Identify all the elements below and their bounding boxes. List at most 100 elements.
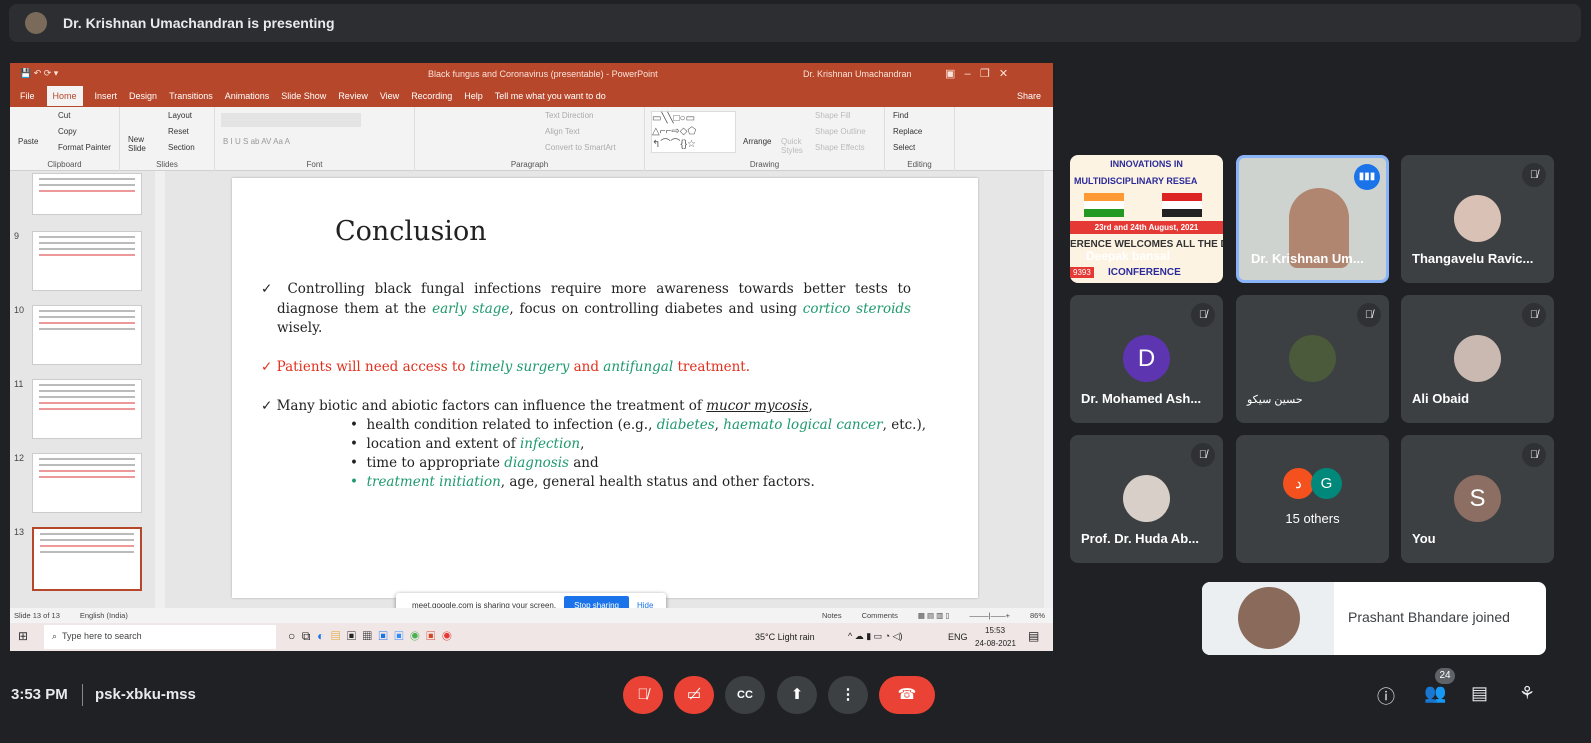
tab-animations[interactable]: Animations [225, 91, 270, 101]
slide-thumbnail[interactable] [32, 453, 142, 513]
cut-button[interactable]: Cut [58, 111, 70, 120]
participant-name: Prof. Dr. Huda Ab... [1081, 531, 1199, 546]
mic-off-icon: 🎙̸ [1357, 303, 1381, 327]
section-button[interactable]: Section [168, 143, 195, 152]
font-format-buttons[interactable]: B I U S ab AV Aa A [223, 137, 290, 146]
windows-start-icon[interactable]: ⊞ [18, 629, 28, 643]
tab-transitions[interactable]: Transitions [169, 91, 213, 101]
slide-thumbnail[interactable] [32, 173, 142, 215]
window-controls[interactable]: ▣ – ❐ ✕ [945, 67, 1008, 80]
paragraph-group: Text Direction Align Text Convert to Sma… [415, 107, 645, 171]
participant-tile[interactable]: 🎙̸ حسين سيكو [1236, 295, 1389, 423]
slide-thumbnail-selected[interactable] [32, 527, 142, 591]
tab-review[interactable]: Review [338, 91, 368, 101]
text-direction-button[interactable]: Text Direction [545, 111, 593, 120]
avatar: G [1311, 468, 1342, 499]
align-text-button[interactable]: Align Text [545, 127, 580, 136]
participant-name: Ali Obaid [1412, 391, 1470, 406]
shape-effects-button[interactable]: Shape Effects [815, 143, 865, 152]
thumbnails-scrollbar[interactable] [155, 171, 165, 608]
zoom-level[interactable]: 86% [1030, 611, 1045, 620]
others-count: 15 others [1285, 511, 1340, 526]
more-options-button[interactable]: ⋮ [828, 676, 868, 714]
people-icon[interactable]: 👥 [1424, 683, 1446, 704]
india-flag [1084, 193, 1124, 217]
clock-time[interactable]: 15:53 [985, 626, 1005, 635]
comments-button[interactable]: Comments [862, 611, 898, 620]
tab-slide-show[interactable]: Slide Show [281, 91, 326, 101]
quick-access-icons[interactable]: 💾 ↶ ⟳ ▾ [20, 68, 58, 79]
reset-button[interactable]: Reset [168, 127, 189, 136]
quick-styles-button[interactable]: Quick Styles [781, 137, 809, 155]
mic-toggle-button[interactable]: 🎙̸ [623, 676, 663, 714]
participant-tile-active-speaker[interactable]: ▮▮▮ Dr. Krishnan Um... [1236, 155, 1389, 283]
avatar: D [1123, 335, 1170, 382]
mic-off-icon: 🎙̸ [1522, 303, 1546, 327]
tray-icons[interactable]: ^ ☁ ▮ ▭ ◔ ◁) [848, 631, 903, 642]
chat-icon[interactable]: ▤ [1471, 683, 1488, 704]
shared-screen: 💾 ↶ ⟳ ▾ Black fungus and Coronavirus (pr… [10, 63, 1053, 651]
participant-tile[interactable]: 🎙̸ D Dr. Mohamed Ash... [1070, 295, 1223, 423]
camera-toggle-button[interactable]: ▭̸ [674, 676, 714, 714]
editing-group: Find Replace Select Editing [885, 107, 955, 171]
avatar [1123, 475, 1170, 522]
view-buttons[interactable]: ▦ ▤ ▥ ▯ [918, 611, 950, 620]
arrange-button[interactable]: Arrange [743, 137, 771, 146]
slides-group: New Slide Layout Reset Section Slides [120, 107, 215, 171]
slide-thumbnails-pane: 9 10 11 12 13 [10, 171, 165, 608]
participant-tile[interactable]: 🎙̸ Ali Obaid [1401, 295, 1554, 423]
select-button[interactable]: Select [893, 143, 915, 152]
language-indicator[interactable]: ENG [948, 632, 968, 642]
presenter-avatar [25, 12, 47, 34]
slide-thumbnail[interactable] [32, 379, 142, 439]
paste-button[interactable]: Paste [18, 137, 38, 146]
notes-button[interactable]: Notes [822, 611, 842, 620]
tab-help[interactable]: Help [464, 91, 483, 101]
slide-scrollbar[interactable] [1044, 171, 1053, 608]
weather[interactable]: 35°C Light rain [755, 632, 815, 642]
notifications-icon[interactable]: ▤ [1028, 629, 1039, 643]
font-name-box[interactable] [221, 113, 361, 127]
clock-date[interactable]: 24-08-2021 [975, 639, 1016, 648]
copy-button[interactable]: Copy [58, 127, 77, 136]
activities-icon[interactable]: ⚘ [1519, 683, 1535, 704]
replace-button[interactable]: Replace [893, 127, 922, 136]
taskbar-search[interactable]: ⌕ Type here to search [44, 625, 276, 649]
meeting-details-icon[interactable]: ⓘ [1377, 683, 1395, 709]
new-slide-button[interactable]: New Slide [128, 135, 152, 153]
tab-design[interactable]: Design [129, 91, 157, 101]
tab-file[interactable]: File [20, 91, 35, 101]
shape-outline-button[interactable]: Shape Outline [815, 127, 866, 136]
find-button[interactable]: Find [893, 111, 909, 120]
presenting-text: Dr. Krishnan Umachandran is presenting [63, 15, 335, 31]
end-call-button[interactable]: ☎ [879, 676, 935, 714]
captions-button[interactable]: CC [725, 676, 765, 714]
participant-tile[interactable]: INNOVATIONS IN MULTIDISCIPLINARY RESEA 2… [1070, 155, 1223, 283]
taskbar-app-icons[interactable]: ○ ⧉ ◐ ▤ ▣ ▦ ▣ ▣ ◉ ▣ ◉ [288, 629, 452, 644]
tab-home[interactable]: Home [46, 86, 83, 106]
participant-count-badge: 24 [1435, 668, 1455, 684]
ppt-statusbar: Slide 13 of 13 English (India) Notes Com… [10, 608, 1053, 623]
bullet-2: ✓ Patients will need access to timely su… [261, 359, 751, 375]
shapes-gallery[interactable]: ▭╲╲□○▭ △⌐⌐⇨◇⬠ ↰⌒⌒{}☆ [651, 111, 736, 153]
participant-name: Deepak bansal [1086, 249, 1171, 263]
tab-insert[interactable]: Insert [95, 91, 118, 101]
tab-view[interactable]: View [380, 91, 399, 101]
slide-thumbnail[interactable] [32, 231, 142, 291]
divider [82, 684, 83, 706]
language[interactable]: English (India) [80, 611, 128, 620]
layout-button[interactable]: Layout [168, 111, 192, 120]
shape-fill-button[interactable]: Shape Fill [815, 111, 851, 120]
tell-me-search[interactable]: Tell me what you want to do [495, 91, 606, 101]
others-tile[interactable]: د G 15 others [1236, 435, 1389, 563]
convert-smartart-button[interactable]: Convert to SmartArt [545, 143, 616, 152]
participant-tile-self[interactable]: 🎙̸ S You [1401, 435, 1554, 563]
zoom-slider[interactable]: –——|——+ [969, 611, 1010, 620]
participant-tile[interactable]: 🎙̸ Prof. Dr. Huda Ab... [1070, 435, 1223, 563]
share-button[interactable]: Share [1017, 91, 1041, 101]
format-painter-button[interactable]: Format Painter [58, 143, 111, 152]
slide-thumbnail[interactable] [32, 305, 142, 365]
tab-recording[interactable]: Recording [411, 91, 452, 101]
participant-tile[interactable]: 🎙̸ Thangavelu Ravic... [1401, 155, 1554, 283]
present-button[interactable]: ⬆ [777, 676, 817, 714]
